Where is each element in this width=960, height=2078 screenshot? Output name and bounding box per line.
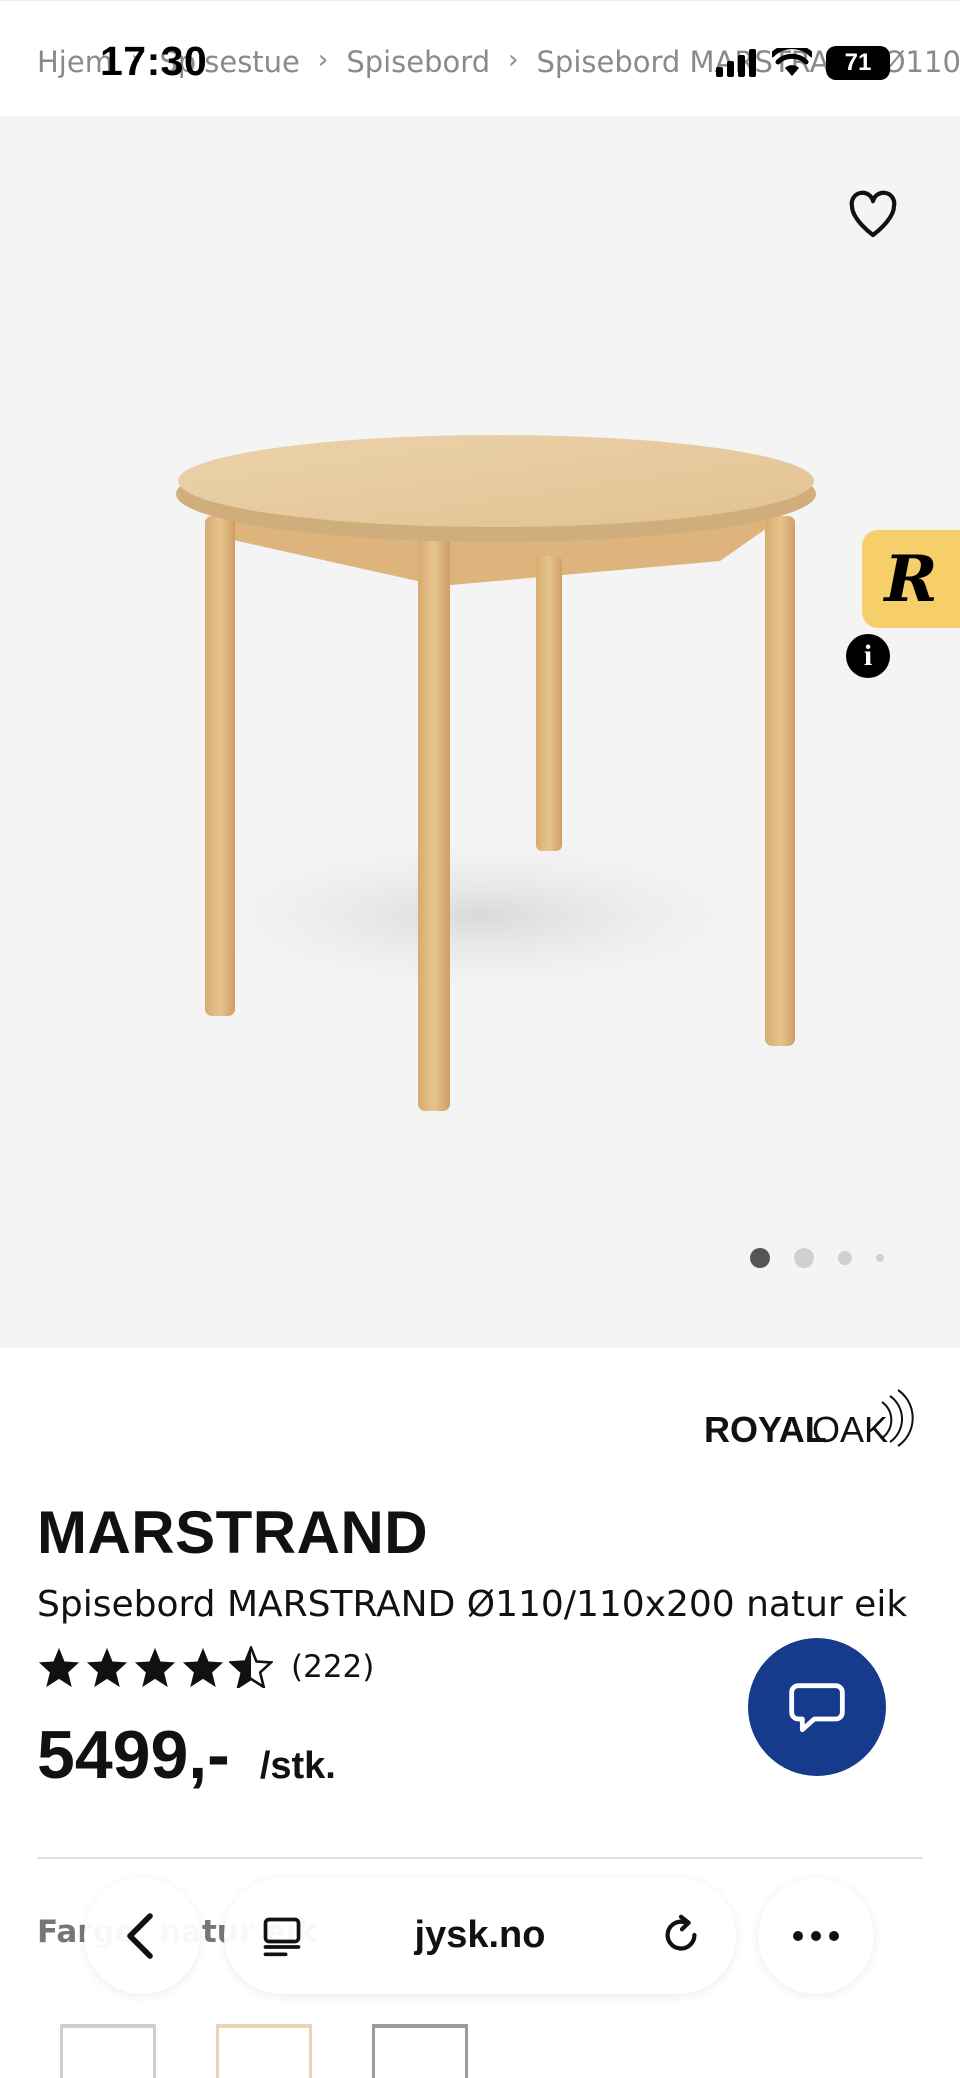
- variant-thumbnail[interactable]: [216, 2024, 312, 2078]
- reload-icon[interactable]: [658, 1912, 704, 1958]
- pagination-dot[interactable]: [838, 1251, 852, 1265]
- browser-address-bar[interactable]: jysk.no: [224, 1878, 736, 1994]
- gallery-pagination: [750, 1248, 884, 1268]
- heart-icon[interactable]: [845, 186, 901, 242]
- wifi-icon: [772, 48, 812, 76]
- battery-indicator: 71: [826, 46, 890, 80]
- status-icons: 71: [714, 46, 890, 80]
- star-filled-icon: [38, 1647, 80, 1688]
- pagination-dot-active[interactable]: [750, 1248, 770, 1268]
- brand-logo: ROYAL OAK: [704, 1389, 914, 1450]
- chat-bubble-icon: [789, 1683, 845, 1733]
- price-unit: /stk.: [259, 1745, 336, 1787]
- star-filled-icon: [134, 1647, 176, 1688]
- section-divider: [37, 1857, 923, 1859]
- pagination-dot[interactable]: [794, 1248, 814, 1268]
- browser-back-button[interactable]: [84, 1878, 200, 1994]
- star-filled-icon: [182, 1647, 224, 1688]
- star-half-icon: [229, 1646, 273, 1688]
- chevron-right-icon: ›: [508, 45, 519, 75]
- price-amount: 5499,-: [37, 1717, 230, 1793]
- review-count[interactable]: (222): [291, 1649, 374, 1685]
- pagination-dot[interactable]: [876, 1254, 884, 1262]
- product-rating[interactable]: (222): [37, 1646, 374, 1688]
- info-icon[interactable]: i: [846, 634, 890, 678]
- more-dot: [793, 1931, 803, 1941]
- breadcrumb-dining-tables[interactable]: Spisebord: [346, 45, 490, 79]
- more-dot: [829, 1931, 839, 1941]
- product-title: MARSTRAND: [37, 1499, 429, 1566]
- product-image: [150, 435, 816, 1111]
- browser-more-button[interactable]: [758, 1878, 874, 1994]
- product-subtitle: Spisebord MARSTRAND Ø110/110x200 natur e…: [37, 1584, 908, 1625]
- status-time: 17:30: [100, 38, 208, 84]
- svg-text:OAK: OAK: [812, 1409, 888, 1450]
- more-dot: [811, 1931, 821, 1941]
- chevron-right-icon: ›: [317, 45, 329, 75]
- product-price: 5499,- /stk.: [37, 1716, 336, 1794]
- review-widget-badge[interactable]: R: [862, 530, 960, 628]
- star-filled-icon: [86, 1647, 128, 1688]
- chevron-left-icon: [127, 1913, 153, 1959]
- color-variant-thumbnails: [60, 2024, 468, 2078]
- variant-thumbnail[interactable]: [60, 2024, 156, 2078]
- signal-icon: [716, 49, 756, 77]
- svg-text:ROYAL: ROYAL: [704, 1409, 827, 1450]
- product-image-gallery[interactable]: i: [0, 116, 960, 1348]
- chat-button[interactable]: [748, 1638, 886, 1776]
- variant-thumbnail[interactable]: [372, 2024, 468, 2078]
